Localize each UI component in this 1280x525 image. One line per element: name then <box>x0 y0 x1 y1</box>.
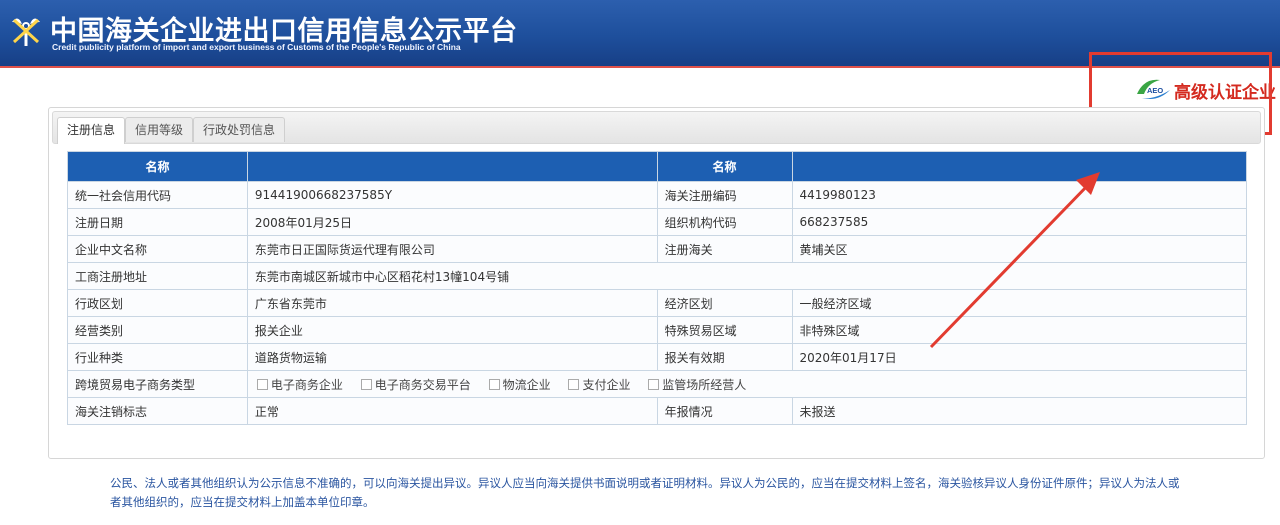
field-label: 行政区划 <box>67 289 248 317</box>
field-label: 行业种类 <box>67 343 248 371</box>
checkbox-label: 电子商务交易平台 <box>374 377 471 392</box>
column-header-value-1 <box>246 151 658 182</box>
checkbox-label: 电子商务企业 <box>270 377 343 392</box>
annual-report-value: 未报送 <box>791 397 1247 425</box>
field-label: 海关注销标志 <box>67 397 248 425</box>
field-label: 统一社会信用代码 <box>67 181 248 209</box>
column-header-value-2 <box>791 151 1247 182</box>
field-label: 特殊贸易区域 <box>656 316 793 344</box>
field-label: 注册海关 <box>656 235 793 263</box>
field-label: 经营类别 <box>67 316 248 344</box>
checkbox-label: 监管场所经营人 <box>662 377 747 392</box>
customs-emblem-icon <box>12 18 40 46</box>
field-label: 跨境贸易电子商务类型 <box>67 370 248 398</box>
field-label: 工商注册地址 <box>67 262 248 290</box>
field-label: 注册日期 <box>67 208 248 236</box>
table-row: 统一社会信用代码 91441900668237585Y 海关注册编码 44199… <box>67 181 1247 209</box>
field-label: 企业中文名称 <box>67 235 248 263</box>
industry-value: 道路货物运输 <box>246 343 658 371</box>
tab-credit-level[interactable]: 信用等级 <box>125 117 194 142</box>
header-divider <box>0 66 1280 68</box>
tab-penalty-info[interactable]: 行政处罚信息 <box>193 117 286 142</box>
tab-registration-info[interactable]: 注册信息 <box>57 117 126 144</box>
table-row: 工商注册地址 东莞市南城区新城市中心区稻花村13幢104号铺 <box>67 262 1248 290</box>
table-row: 经营类别 报关企业 特殊贸易区域 非特殊区域 <box>67 316 1247 344</box>
reg-date-value: 2008年01月25日 <box>246 208 658 236</box>
company-name-value: 东莞市日正国际货运代理有限公司 <box>246 235 658 263</box>
field-label: 经济区划 <box>656 289 793 317</box>
checkbox-label: 支付企业 <box>582 377 631 392</box>
reg-customs-value: 黄埔关区 <box>791 235 1247 263</box>
tab-bar: 注册信息 信用等级 行政处罚信息 <box>52 111 1261 144</box>
declaration-validity-value: 2020年01月17日 <box>791 343 1247 371</box>
column-header-name-2: 名称 <box>656 151 793 182</box>
checkbox-label: 物流企业 <box>502 377 551 392</box>
ecommerce-type-options: 电子商务企业 电子商务交易平台 物流企业 支付企业 监管场所经营人 <box>246 370 1248 398</box>
cancel-flag-value: 正常 <box>246 397 658 425</box>
ecommerce-platform-checkbox[interactable] <box>360 378 372 390</box>
objection-notice: 公民、法人或者其他组织认为公示信息不准确的，可以向海关提出异议。异议人应当向海关… <box>110 476 1180 509</box>
field-label: 海关注册编码 <box>656 181 793 209</box>
payment-checkbox[interactable] <box>568 378 580 390</box>
credit-code-value: 91441900668237585Y <box>246 181 658 209</box>
field-label: 组织机构代码 <box>656 208 793 236</box>
economic-zone-value: 一般经济区域 <box>791 289 1247 317</box>
site-header: 中国海关企业进出口信用信息公示平台 Credit publicity platf… <box>0 0 1280 66</box>
special-trade-zone-value: 非特殊区域 <box>791 316 1247 344</box>
registration-table: 名称 名称 统一社会信用代码 91441900668237585Y 海关注册编码… <box>67 151 1248 425</box>
supervision-site-checkbox[interactable] <box>648 378 660 390</box>
column-header-name-1: 名称 <box>67 151 248 182</box>
table-row: 行业种类 道路货物运输 报关有效期 2020年01月17日 <box>67 343 1247 371</box>
info-panel: 注册信息 信用等级 行政处罚信息 名称 名称 统一社会信用代码 91441900… <box>48 107 1265 459</box>
address-value: 东莞市南城区新城市中心区稻花村13幢104号铺 <box>246 262 1248 290</box>
site-subtitle: Credit publicity platform of import and … <box>52 42 461 52</box>
table-row: 跨境贸易电子商务类型 电子商务企业 电子商务交易平台 物流企业 支付企业 监管场… <box>67 370 1248 398</box>
table-row: 企业中文名称 东莞市日正国际货运代理有限公司 注册海关 黄埔关区 <box>67 235 1247 263</box>
admin-area-value: 广东省东莞市 <box>246 289 658 317</box>
table-row: 海关注销标志 正常 年报情况 未报送 <box>67 397 1247 425</box>
field-label: 年报情况 <box>656 397 793 425</box>
logistics-checkbox[interactable] <box>488 378 500 390</box>
business-type-value: 报关企业 <box>246 316 658 344</box>
customs-reg-code-value: 4419980123 <box>791 181 1247 209</box>
field-label: 报关有效期 <box>656 343 793 371</box>
table-row: 注册日期 2008年01月25日 组织机构代码 668237585 <box>67 208 1247 236</box>
table-row: 行政区划 广东省东莞市 经济区划 一般经济区域 <box>67 289 1247 317</box>
ecommerce-enterprise-checkbox[interactable] <box>256 378 268 390</box>
org-code-value: 668237585 <box>791 208 1247 236</box>
table-header-row: 名称 名称 <box>67 151 1247 182</box>
